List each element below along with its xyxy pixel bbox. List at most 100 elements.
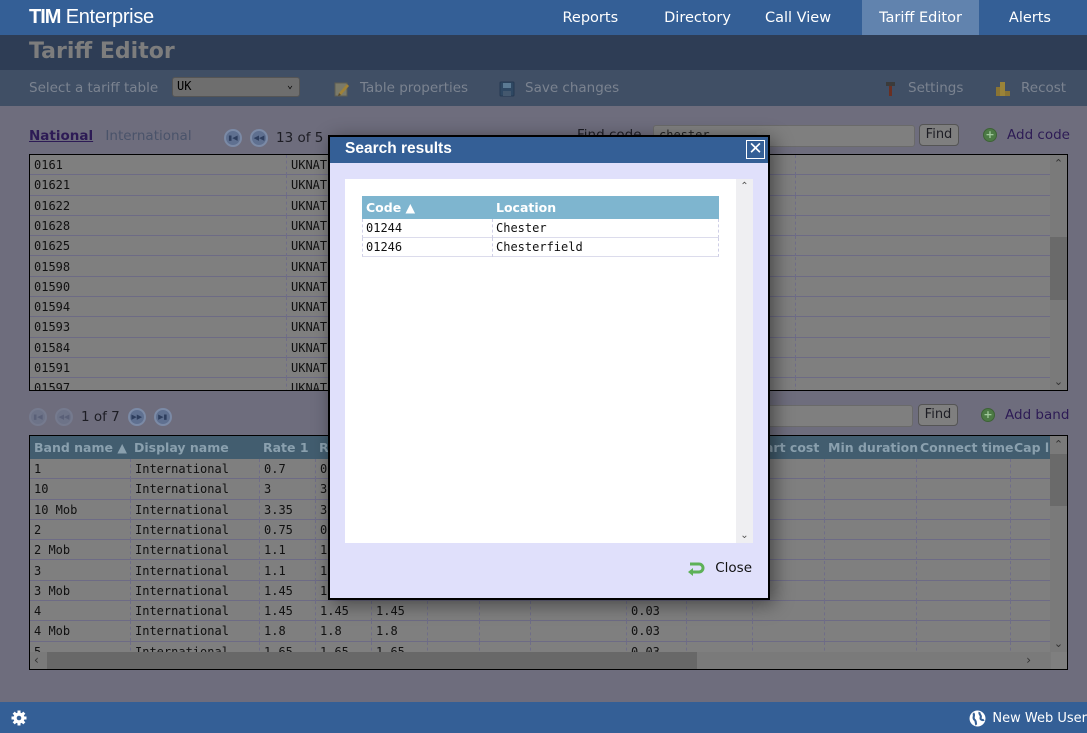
code-cell: 01622 [34,198,71,213]
user-menu[interactable]: New Web User [969,710,1087,727]
nav-directory[interactable]: Directory [647,0,750,35]
band-cell [916,621,1010,642]
band-cell [1010,621,1050,642]
band-cell: 1.1 [259,560,315,581]
result-code: 01244 [366,221,403,235]
return-arrow-icon [688,562,705,576]
band-cell [1010,540,1050,561]
band-cell: 4 Mob [34,624,71,639]
description-cell [795,155,1050,175]
find-band-button[interactable]: Find [918,404,958,426]
tab-national[interactable]: National [29,128,93,144]
previous-page-icon[interactable]: ◀◀ [55,408,73,426]
add-code-label: Add code [1007,127,1070,143]
scroll-down-icon[interactable]: ⌄ [1050,375,1067,388]
code-cell: 01584 [34,340,71,355]
nav-tariff-editor[interactable]: Tariff Editor [862,0,979,35]
last-page-icon[interactable]: ▶▮ [153,408,172,426]
band-cell [530,621,626,642]
band-cell [686,601,752,622]
band-cell [824,479,916,500]
table-properties-button[interactable]: Table properties [334,80,468,97]
settings-button[interactable]: Settings [882,80,963,96]
bands-horizontal-scrollbar[interactable]: ‹ › [30,652,1051,669]
scroll-right-icon[interactable]: › [1026,652,1031,669]
band-cell: International [130,560,259,581]
gear-icon[interactable] [11,710,27,726]
description-cell [795,276,1050,297]
save-changes-button[interactable]: Save changes [499,80,619,97]
first-page-icon[interactable]: ▮◀ [29,408,47,426]
col-location[interactable]: Location [492,196,556,219]
band-row[interactable]: 4 International 1.45 1.45 1.45 0.03 [30,601,1050,622]
search-result-row[interactable]: 01246 Chesterfield [362,238,719,257]
tariff-table-select[interactable]: UK ⌄ [172,77,300,97]
tariff-table-value: UK [177,79,192,93]
band-cell: 2 Mob [34,543,71,558]
code-cell: 01591 [34,361,71,375]
scroll-up-icon[interactable]: ⌃ [1050,438,1067,451]
nav-call-view[interactable]: Call View [750,0,862,35]
band-cell [686,621,752,642]
band-cell [916,479,1010,500]
scroll-left-icon[interactable]: ‹ [34,652,39,669]
band-cell: International [130,459,259,479]
next-page-icon[interactable]: ▶▶ [127,408,146,426]
add-code-button[interactable]: + Add code [983,127,1070,143]
band-cell: International [130,601,259,622]
band-cell: 1.8 [259,621,315,642]
previous-page-icon[interactable]: ◀◀ [250,129,268,147]
title-bar: Tariff Editor [0,35,1087,70]
band-cell [427,601,479,622]
col-band-name[interactable]: Band name ▲ [30,436,127,459]
codes-vertical-scrollbar[interactable]: ⌃ ⌄ [1050,155,1067,390]
code-cell: 0161 [34,158,63,172]
scroll-up-icon[interactable]: ⌃ [736,181,753,192]
add-band-button[interactable]: + Add band [981,407,1069,423]
nav-reports[interactable]: Reports [543,0,648,35]
description-cell [795,195,1050,216]
search-result-row[interactable]: 01244 Chester [362,219,719,238]
band-cell: 3 Mob [34,583,71,598]
col-display-name[interactable]: Display name [130,436,229,459]
band-cell: 3.35 [259,499,315,520]
search-results-table: Code ▲ Location 01244 Chester 01246 Chester… [362,196,719,257]
scroll-thumb[interactable] [1050,454,1067,506]
result-location: Chester [492,219,547,238]
band-cell: 0.03 [626,621,686,642]
tab-international[interactable]: International [105,128,191,144]
find-code-button[interactable]: Find [919,124,959,146]
band-cell [916,540,1010,561]
col-connect-time[interactable]: Connect time [916,436,1014,459]
scroll-thumb[interactable] [1050,237,1067,300]
bands-vertical-scrollbar[interactable]: ⌃ ⌄ [1050,436,1067,652]
scroll-up-icon[interactable]: ⌃ [1050,157,1067,170]
close-label: Close [715,560,752,576]
dialog-header: Search results ✕ [330,137,768,163]
nav-alerts[interactable]: Alerts [979,0,1087,35]
band-row[interactable]: 4 Mob International 1.8 1.8 1.8 0.03 [30,621,1050,642]
code-cell: 01593 [34,320,71,335]
col-code[interactable]: Code ▲ [362,196,415,219]
first-page-icon[interactable]: ▮◀ [224,129,242,147]
find-band-input[interactable] [760,405,913,427]
page-title: Tariff Editor [29,39,175,64]
col-min-duration[interactable]: Min duration [824,436,918,459]
tariff-table-label: Select a tariff table [29,80,159,96]
close-icon[interactable]: ✕ [746,140,765,159]
scroll-thumb[interactable] [47,652,697,669]
col-rate-2[interactable]: R [315,436,329,459]
recost-button[interactable]: Recost [995,80,1066,96]
col-rate-1[interactable]: Rate 1 [259,436,309,459]
col-cap-limit[interactable]: Cap li [1010,436,1053,459]
settings-label: Settings [908,80,964,96]
band-cell: 1.8 [371,621,427,642]
dialog-vertical-scrollbar[interactable]: ⌃ ⌄ [736,179,753,543]
close-button[interactable]: Close [687,560,752,576]
code-cell: 01621 [34,178,71,193]
scroll-down-icon[interactable]: ⌄ [1050,637,1067,650]
band-cell: 1.45 [259,580,315,601]
scroll-down-icon[interactable]: ⌄ [736,530,753,541]
codes-pager: ▮◀ ◀◀ 13 of 5 [224,129,323,147]
search-results-dialog: Search results ✕ Code ▲ Location 01244 Ch… [328,135,770,600]
